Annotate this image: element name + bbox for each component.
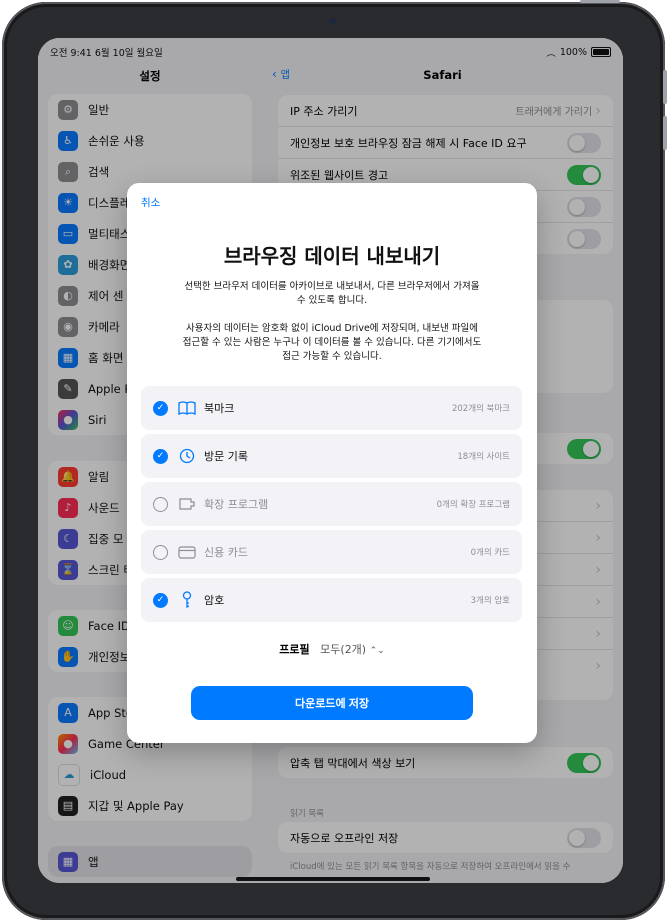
wifi-icon: ︵ (546, 48, 556, 59)
option-passwords[interactable]: ✓ 암호 3개의 암호 (141, 578, 522, 622)
unchecked-circle-icon (153, 496, 168, 512)
status-right: ︵ 100% (546, 45, 611, 59)
sheet-description-2: 사용자의 데이터는 암호화 없이 iCloud Drive에 저장되며, 내보낸… (182, 323, 482, 362)
multitasking-icon: ▭ (58, 223, 78, 244)
search-icon: ⌕ (58, 161, 78, 182)
bell-icon: 🔔 (58, 466, 78, 487)
compact-tab-color-row: 압축 탭 막대에서 색상 보기 (278, 747, 613, 778)
fraud-warning-toggle[interactable] (567, 164, 601, 185)
reading-list-header: 읽기 목록 (290, 809, 324, 819)
faceid-icon: ☺ (58, 615, 78, 636)
puzzle-icon (176, 497, 198, 511)
save-to-downloads-button[interactable]: 다운로드에 저장 (191, 686, 473, 720)
export-browsing-data-sheet: 취소 브라우징 데이터 내보내기 선택한 브라우저 데이터를 아카이브로 내보내… (127, 183, 537, 743)
hidden-toggle-1[interactable] (567, 196, 601, 217)
ip-hiding-row[interactable]: IP 주소 가리기 트래커에게 가리기 › (278, 95, 613, 127)
sidebar-group-apps: ▦ 앱 (48, 846, 252, 877)
speaker-icon: ♪ (58, 497, 78, 518)
brightness-icon: ☀ (58, 192, 78, 213)
wallpaper-icon: ✿ (58, 254, 78, 275)
home-indicator[interactable] (236, 877, 430, 881)
hidden-toggle-2[interactable] (567, 228, 601, 249)
checkmark-icon: ✓ (153, 448, 168, 464)
sidebar-title: 설정 (139, 69, 161, 83)
chevron-right-icon: › (595, 657, 601, 674)
hourglass-icon: ⌛ (58, 559, 78, 580)
sidebar-item-accessibility[interactable]: ♿ 손쉬운 사용 (48, 125, 252, 156)
credit-card-icon (176, 545, 198, 559)
camera-icon: ◉ (58, 316, 78, 337)
faceid-private-toggle[interactable] (567, 132, 601, 153)
wallet-icon: ▤ (58, 795, 78, 816)
chevron-right-icon: › (595, 625, 601, 642)
appstore-icon: A (58, 702, 78, 723)
hand-icon: ✋ (58, 646, 78, 667)
option-extensions[interactable]: 확장 프로그램 0개의 확장 프로그램 (141, 482, 522, 526)
siri-icon: ● (58, 409, 78, 430)
auto-offline-row: 자동으로 오프라인 저장 (278, 822, 613, 853)
accessibility-icon: ♿ (58, 130, 78, 151)
apps-icon: ▦ (58, 851, 78, 872)
chevron-right-icon: › (595, 593, 601, 610)
profile-selector[interactable]: 프로필 모두(2개) ⌃⌄ (127, 641, 537, 657)
pencil-icon: ✎ (58, 378, 78, 399)
gear-icon: ⚙ (58, 99, 78, 120)
tab-settings-group: 압축 탭 막대에서 색상 보기 (278, 747, 613, 778)
reading-list-group: 자동으로 오프라인 저장 (278, 822, 613, 853)
chevron-right-icon: › (595, 561, 601, 578)
chevron-updown-icon: ⌃⌄ (369, 646, 385, 656)
sidebar-item-general[interactable]: ⚙ 일반 (48, 94, 252, 125)
key-icon (176, 591, 198, 609)
chevron-right-icon: › (595, 102, 601, 119)
chevron-right-icon: › (595, 497, 601, 514)
home-screen-icon: ▦ (58, 347, 78, 368)
sidebar-item-apps[interactable]: ▦ 앱 (48, 846, 252, 877)
battery-icon (591, 47, 611, 57)
checkmark-icon: ✓ (153, 592, 168, 608)
auto-offline-toggle[interactable] (567, 827, 601, 848)
volume-button (663, 70, 667, 104)
sheet-description-1: 선택한 브라우저 데이터를 아카이브로 내보내서, 다른 브라우저에서 가져올 … (184, 281, 480, 306)
control-center-icon: ◐ (58, 285, 78, 306)
setting-toggle[interactable] (567, 438, 601, 459)
cloud-icon: ☁ (58, 763, 80, 786)
sidebar-item-wallet[interactable]: ▤ 지갑 및 Apple Pay (48, 790, 252, 821)
unchecked-circle-icon (153, 544, 168, 560)
book-icon (176, 401, 198, 415)
sidebar-item-icloud[interactable]: ☁ iCloud (48, 759, 252, 790)
cancel-button[interactable]: 취소 (141, 195, 160, 210)
reading-list-footer: iCloud에 있는 모든 읽기 목록 항목을 자동으로 저장하여 오프라인에서… (290, 862, 571, 872)
front-camera (329, 18, 336, 25)
top-button (580, 0, 620, 3)
moon-icon: ☾ (58, 528, 78, 549)
compact-tab-color-toggle[interactable] (567, 752, 601, 773)
gamecenter-icon: ● (58, 733, 78, 754)
chevron-right-icon: › (595, 529, 601, 546)
faceid-private-row: 개인정보 보호 브라우징 잠금 해제 시 Face ID 요구 (278, 127, 613, 159)
sheet-title: 브라우징 데이터 내보내기 (223, 244, 441, 268)
status-bar: 오전 9:41 6월 10일 월요일 ︵ 100% (38, 38, 623, 60)
volume-button-2 (663, 116, 667, 150)
nav-title: Safari (423, 68, 462, 82)
clock-icon (176, 448, 198, 464)
option-bookmarks[interactable]: ✓ 북마크 202개의 북마크 (141, 386, 522, 430)
option-history[interactable]: ✓ 방문 기록 18개의 사이트 (141, 434, 522, 478)
status-time: 오전 9:41 6월 10일 월요일 (50, 48, 163, 59)
checkmark-icon: ✓ (153, 400, 168, 416)
option-credit-cards[interactable]: 신용 카드 0개의 카드 (141, 530, 522, 574)
